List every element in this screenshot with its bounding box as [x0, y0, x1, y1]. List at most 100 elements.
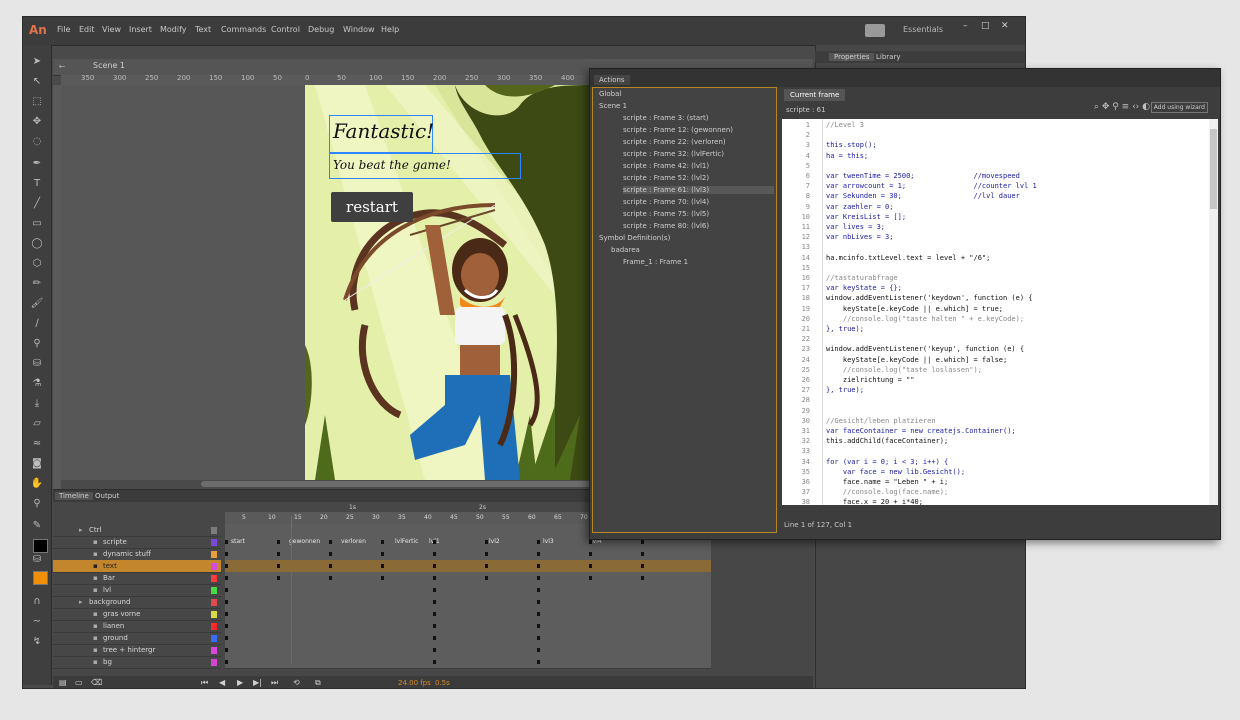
- layer-name[interactable]: Bar: [103, 572, 115, 584]
- stage-subline[interactable]: You beat the game!: [333, 158, 451, 172]
- layer-name[interactable]: text: [103, 560, 117, 572]
- layer-color-chip[interactable]: [211, 551, 217, 558]
- smooth-icon[interactable]: ~: [29, 615, 45, 629]
- code-line[interactable]: this.addChild(faceContainer);: [826, 437, 948, 445]
- minimize-icon[interactable]: –: [963, 21, 968, 31]
- keyframe[interactable]: [433, 588, 436, 592]
- code-line[interactable]: ha.mcinfo.txtLevel.text = level + "/6";: [826, 254, 990, 262]
- keyframe[interactable]: [589, 552, 592, 556]
- layer-name[interactable]: Ctrl: [89, 524, 101, 536]
- code-line[interactable]: //Level 3: [826, 121, 864, 129]
- tab-output[interactable]: Output: [91, 492, 123, 500]
- code-line[interactable]: keyState[e.keyCode || e.which] = false;: [826, 356, 1007, 364]
- keyframe[interactable]: [485, 540, 488, 544]
- menu-window[interactable]: Window: [343, 25, 375, 34]
- script-tree-item[interactable]: scripte : Frame 32: (lvlFertic): [623, 150, 724, 158]
- keyframe[interactable]: [485, 576, 488, 580]
- actions-titlebar[interactable]: Actions: [590, 69, 1220, 87]
- restart-button[interactable]: restart: [331, 192, 413, 222]
- keyframe[interactable]: [537, 564, 540, 568]
- code-line[interactable]: }, true);: [826, 386, 864, 394]
- layer-name[interactable]: background: [89, 596, 130, 608]
- maximize-icon[interactable]: □: [981, 21, 990, 31]
- script-tree-item[interactable]: Global: [599, 90, 621, 98]
- script-tree-item[interactable]: scripte : Frame 70: (lvl4): [623, 198, 709, 206]
- menu-commands[interactable]: Commands: [221, 25, 266, 34]
- keyframe[interactable]: [433, 552, 436, 556]
- layer-icon[interactable]: ▪: [93, 644, 98, 656]
- keyframe[interactable]: [381, 564, 384, 568]
- keyframe[interactable]: [433, 576, 436, 580]
- code-line[interactable]: face.x = 20 + i*40;: [826, 498, 923, 505]
- width-tool-icon[interactable]: ≈: [29, 437, 45, 451]
- keyframe[interactable]: [433, 564, 436, 568]
- free-transform-icon[interactable]: ⬚: [29, 95, 45, 109]
- playhead[interactable]: [291, 516, 292, 664]
- layer-icon[interactable]: ▪: [93, 572, 98, 584]
- keyframe[interactable]: [485, 564, 488, 568]
- paintbrush-tool-icon[interactable]: ∕: [29, 317, 45, 331]
- scene-breadcrumb[interactable]: Scene 1: [93, 61, 125, 70]
- layer-icon[interactable]: ▪: [93, 656, 98, 668]
- code-line[interactable]: face.name = "Leben " + i;: [826, 478, 948, 486]
- layer-name[interactable]: dynamic stuff: [103, 548, 151, 560]
- keyframe[interactable]: [641, 552, 644, 556]
- workspace-switch-button[interactable]: [865, 24, 885, 37]
- keyframe[interactable]: [433, 660, 436, 664]
- layer-color-chip[interactable]: [211, 575, 217, 582]
- code-line[interactable]: var lives = 3;: [826, 223, 885, 231]
- code-line[interactable]: var Sekunden = 30; //lvl dauer: [826, 192, 1020, 200]
- line-tool-icon[interactable]: ╱: [29, 197, 45, 211]
- layer-icon[interactable]: ▪: [93, 536, 98, 548]
- bone-tool-icon[interactable]: ⚲: [29, 337, 45, 351]
- folder-icon[interactable]: ▸: [79, 596, 83, 608]
- zoom-tool-icon[interactable]: ⚲: [29, 497, 45, 511]
- layer-name[interactable]: gras vorne: [103, 608, 140, 620]
- menu-text[interactable]: Text: [195, 25, 211, 34]
- code-scrollbar-thumb[interactable]: [1210, 129, 1217, 209]
- script-tree-item[interactable]: scripte : Frame 80: (lvl6): [623, 222, 709, 230]
- new-folder-icon[interactable]: ▭: [75, 678, 83, 687]
- delete-layer-icon[interactable]: ⌫: [91, 678, 102, 687]
- code-line[interactable]: zielrichtung = "": [826, 376, 915, 384]
- keyframe[interactable]: [381, 576, 384, 580]
- script-tree-item[interactable]: scripte : Frame 3: (start): [623, 114, 708, 122]
- layer-name[interactable]: tree + hintergr: [103, 644, 155, 656]
- menu-file[interactable]: File: [57, 25, 70, 34]
- menu-debug[interactable]: Debug: [308, 25, 334, 34]
- keyframe[interactable]: [641, 576, 644, 580]
- keyframe[interactable]: [537, 540, 540, 544]
- subselection-tool-icon[interactable]: ↖: [29, 75, 45, 89]
- script-tree-item[interactable]: Frame_1 : Frame 1: [623, 258, 688, 266]
- keyframe[interactable]: [225, 588, 228, 592]
- keyframe[interactable]: [641, 564, 644, 568]
- keyframe[interactable]: [589, 564, 592, 568]
- text-tool-icon[interactable]: T: [29, 177, 45, 191]
- code-line[interactable]: var KreisList = [];: [826, 213, 906, 221]
- ink-bottle-icon[interactable]: ⚗: [29, 377, 45, 391]
- workspace-label[interactable]: Essentials: [903, 25, 943, 34]
- keyframe[interactable]: [537, 588, 540, 592]
- layer-color-chip[interactable]: [211, 527, 217, 534]
- menu-help[interactable]: Help: [381, 25, 399, 34]
- add-using-wizard-button[interactable]: Add using wizard: [1150, 102, 1208, 113]
- stroke-color-icon[interactable]: ✎: [29, 519, 45, 533]
- rectangle-tool-icon[interactable]: ▭: [29, 217, 45, 231]
- keyframe[interactable]: [277, 576, 280, 580]
- layer-color-chip[interactable]: [211, 539, 217, 546]
- layer-color-chip[interactable]: [211, 623, 217, 630]
- layer-color-chip[interactable]: [211, 563, 217, 570]
- menu-view[interactable]: View: [102, 25, 121, 34]
- code-line[interactable]: }, true);: [826, 325, 864, 333]
- code-line[interactable]: var zaehler = 0;: [826, 203, 893, 211]
- polystar-tool-icon[interactable]: ⬡: [29, 257, 45, 271]
- menu-insert[interactable]: Insert: [129, 25, 152, 34]
- keyframe[interactable]: [641, 540, 644, 544]
- keyframe[interactable]: [225, 576, 228, 580]
- paint-bucket-icon[interactable]: ⛁: [29, 357, 45, 371]
- fill-color-swatch[interactable]: [33, 571, 48, 585]
- keyframe[interactable]: [225, 612, 228, 616]
- straighten-icon[interactable]: ↯: [29, 635, 45, 649]
- layer-color-chip[interactable]: [211, 647, 217, 654]
- script-tree-item[interactable]: scripte : Frame 61: (lvl3): [623, 186, 774, 194]
